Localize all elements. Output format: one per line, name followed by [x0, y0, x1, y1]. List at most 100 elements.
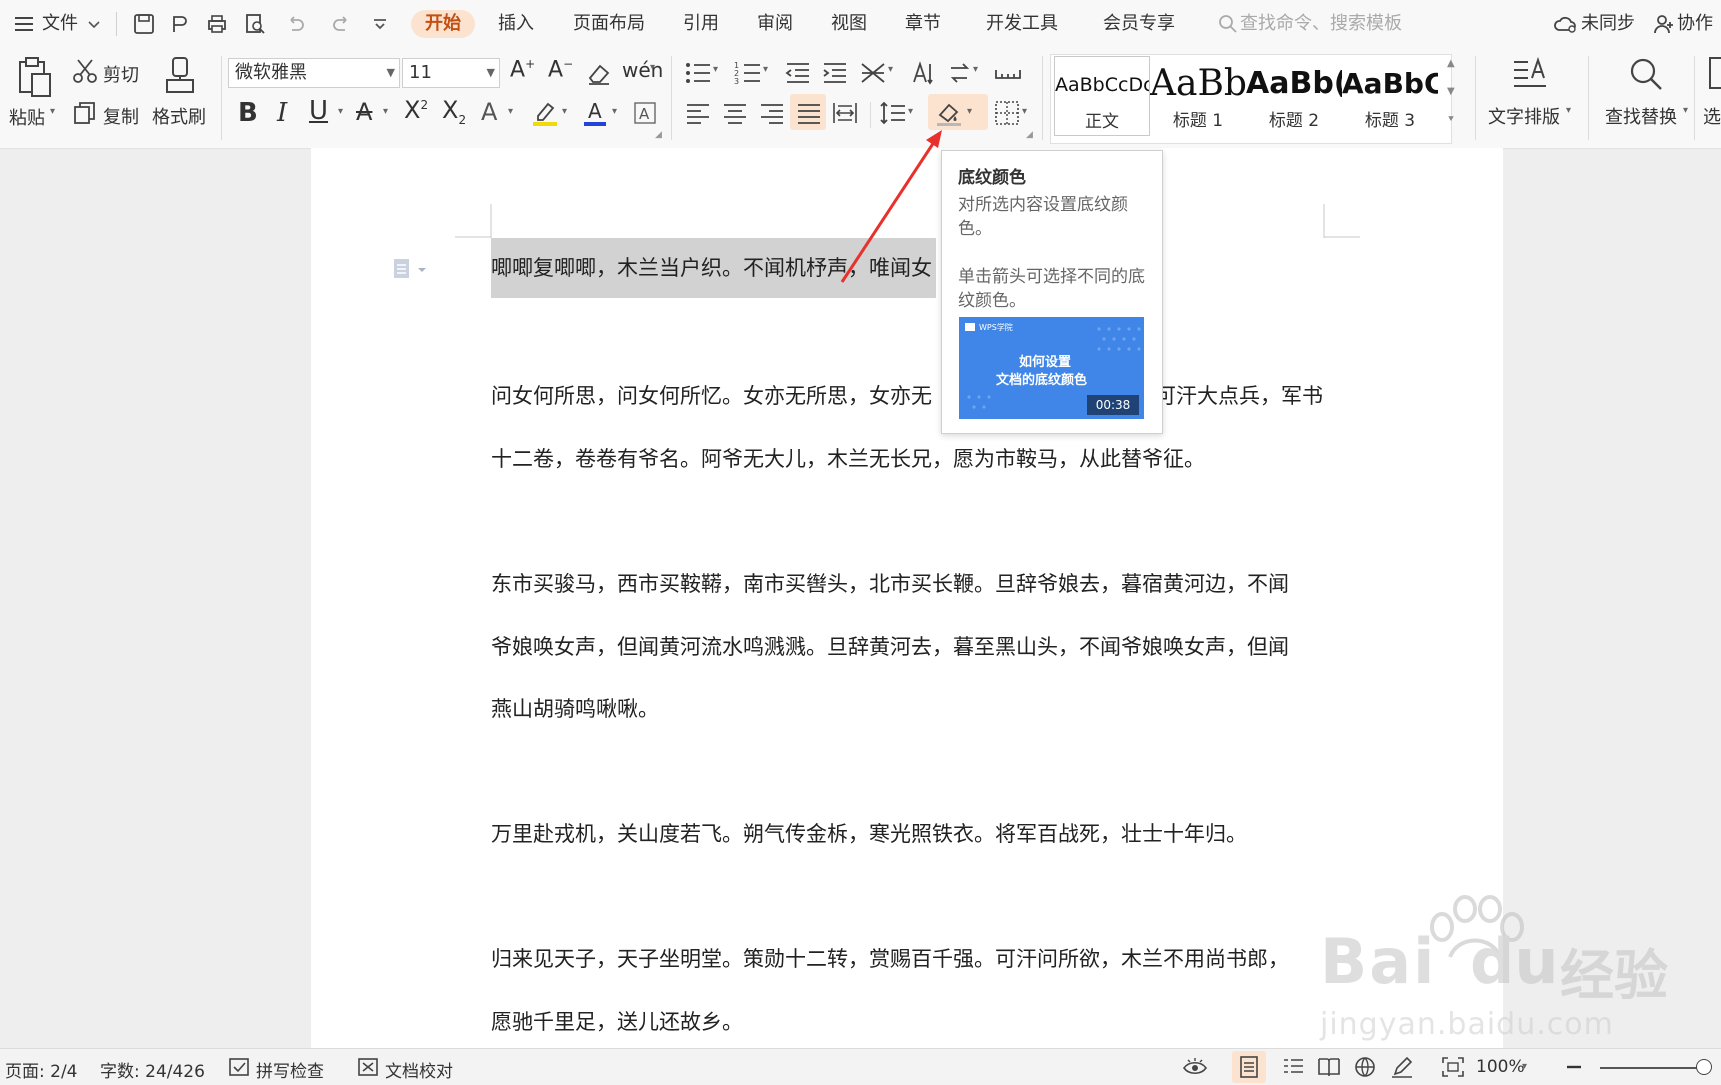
numbered-list-icon[interactable]: 123: [733, 58, 763, 88]
copy-icon[interactable]: [72, 100, 98, 126]
copy-button[interactable]: 复制: [103, 103, 139, 129]
decrease-indent-icon[interactable]: [783, 58, 813, 88]
paste-icon[interactable]: [14, 56, 54, 98]
style-normal[interactable]: AaBbCcDc 正文: [1054, 56, 1150, 136]
eye-protection-icon[interactable]: [1182, 1055, 1208, 1079]
chevron-down-icon[interactable]: ▾: [1522, 1061, 1527, 1072]
page-indicator[interactable]: 页面: 2/4: [5, 1057, 78, 1082]
output-pdf-icon[interactable]: [168, 12, 192, 36]
save-icon[interactable]: [132, 12, 156, 36]
chevron-down-icon[interactable]: ▾: [1566, 105, 1571, 116]
gallery-up-icon[interactable]: ▲: [1447, 58, 1455, 69]
style-heading-3[interactable]: AaBbC 标题 3: [1342, 56, 1438, 136]
strikethrough-icon[interactable]: A: [356, 98, 372, 126]
print-preview-icon[interactable]: [243, 12, 267, 36]
tab-insert[interactable]: 插入: [498, 10, 534, 38]
paragraph[interactable]: 万里赴戎机，关山度若飞。朔气传金柝，寒光照铁衣。将军百战死，壮士十年归。: [491, 818, 1247, 848]
highlight-color-icon[interactable]: [530, 98, 560, 128]
chevron-down-icon[interactable]: ▾: [973, 64, 978, 75]
zoom-slider-track[interactable]: [1600, 1067, 1708, 1069]
underline-icon[interactable]: U: [309, 96, 328, 126]
spell-check-button[interactable]: 拼写检查: [256, 1057, 324, 1082]
text-effect-icon[interactable]: A: [481, 98, 497, 126]
clear-format-icon[interactable]: [584, 58, 614, 88]
chinese-layout-icon[interactable]: [858, 58, 888, 88]
paragraph[interactable]: 十二卷，卷卷有爷名。阿爷无大儿，木兰无长兄，愿为市鞍马，从此替爷征。: [491, 443, 1205, 473]
format-painter-button[interactable]: 格式刷: [152, 103, 206, 129]
paste-dropdown-caret[interactable]: ▾: [50, 106, 55, 117]
writing-mode-icon[interactable]: [1389, 1055, 1415, 1079]
gallery-down-icon[interactable]: ▼: [1447, 86, 1455, 97]
character-border-icon[interactable]: A: [632, 100, 658, 126]
sort-icon[interactable]: [945, 58, 975, 88]
collaborate-icon[interactable]: [1652, 12, 1676, 36]
chevron-down-icon[interactable]: ▾: [383, 106, 388, 117]
paragraph-handle-icon[interactable]: [392, 257, 432, 281]
web-layout-icon[interactable]: [1352, 1055, 1378, 1079]
chevron-down-icon[interactable]: ▾: [508, 106, 513, 117]
chevron-down-icon[interactable]: ▾: [888, 64, 893, 75]
chevron-down-icon[interactable]: [86, 12, 102, 36]
borders-icon[interactable]: [992, 98, 1022, 128]
tab-home[interactable]: 开始: [411, 10, 475, 38]
tab-review[interactable]: 审阅: [757, 10, 793, 38]
tab-developer[interactable]: 开发工具: [986, 10, 1058, 38]
text-layout-icon[interactable]: [1510, 54, 1550, 94]
undo-icon[interactable]: [283, 12, 307, 36]
chevron-down-icon[interactable]: ▾: [612, 106, 617, 117]
font-name-select[interactable]: 微软雅黑 ▼: [228, 58, 400, 88]
tab-page-layout[interactable]: 页面布局: [573, 10, 645, 38]
font-dialog-launcher-icon[interactable]: ◢: [655, 130, 662, 140]
word-count[interactable]: 字数: 24/426: [100, 1057, 205, 1082]
fit-page-icon[interactable]: [1440, 1055, 1466, 1079]
grow-font-icon[interactable]: A+: [510, 57, 535, 82]
doc-proof-button[interactable]: 文档校对: [385, 1057, 453, 1082]
chevron-down-icon[interactable]: ▾: [338, 106, 343, 117]
page-view-icon[interactable]: [1236, 1055, 1262, 1079]
zoom-slider-handle[interactable]: [1696, 1059, 1712, 1075]
chevron-down-icon[interactable]: ▾: [650, 62, 655, 73]
tab-member[interactable]: 会员专享: [1103, 10, 1175, 38]
text-layout-button[interactable]: 文字排版: [1488, 103, 1560, 129]
customize-toolbar-icon[interactable]: [368, 12, 392, 36]
reading-view-icon[interactable]: [1316, 1055, 1342, 1079]
chevron-down-icon[interactable]: ▾: [1022, 106, 1027, 117]
paragraph[interactable]: 燕山胡骑鸣啾啾。: [491, 693, 659, 723]
tab-chapter[interactable]: 章节: [905, 10, 941, 38]
redo-icon[interactable]: [330, 12, 354, 36]
align-right-icon[interactable]: [757, 98, 787, 128]
find-replace-icon[interactable]: [1626, 54, 1666, 94]
tab-references[interactable]: 引用: [683, 10, 719, 38]
paragraph[interactable]: 可汗大点兵，军书: [1155, 380, 1323, 410]
chevron-down-icon[interactable]: ▾: [713, 64, 718, 75]
superscript-icon[interactable]: X2: [404, 96, 428, 124]
phonetic-guide-icon[interactable]: wén: [622, 58, 663, 82]
chevron-down-icon[interactable]: ▾: [1683, 105, 1688, 116]
tab-view[interactable]: 视图: [831, 10, 867, 38]
format-painter-icon[interactable]: [164, 56, 196, 96]
command-search-input[interactable]: 查找命令、搜索模板: [1240, 12, 1402, 36]
chevron-down-icon[interactable]: ▾: [763, 64, 768, 75]
font-size-select[interactable]: 11 ▼: [402, 58, 500, 88]
file-menu[interactable]: 文件: [42, 10, 78, 38]
paste-button[interactable]: 粘贴: [9, 104, 45, 130]
find-replace-button[interactable]: 查找替换: [1605, 103, 1677, 129]
cloud-sync-icon[interactable]: [1552, 12, 1578, 36]
increase-indent-icon[interactable]: [820, 58, 850, 88]
collaborate-button[interactable]: 协作: [1677, 10, 1713, 38]
subscript-icon[interactable]: X2: [442, 96, 466, 127]
paragraph[interactable]: 归来见天子，天子坐明堂。策勋十二转，赏赐百千强。可汗问所欲，木兰不用尚书郎，: [491, 943, 1289, 973]
select-icon[interactable]: [1708, 56, 1721, 92]
spell-check-icon[interactable]: [228, 1055, 250, 1079]
paragraph[interactable]: 问女何所思，问女何所忆。女亦无所思，女亦无: [491, 380, 932, 410]
bullet-list-icon[interactable]: [683, 58, 713, 88]
tutorial-video-thumbnail[interactable]: WPS学院 如何设置 文档的底纹颜色 00:38: [959, 317, 1144, 419]
justify-icon[interactable]: [794, 98, 824, 128]
show-hide-marks-icon[interactable]: [908, 58, 938, 88]
paragraph[interactable]: 愿驰千里足，送儿还故乡。: [491, 1006, 743, 1036]
sync-status[interactable]: 未同步: [1581, 10, 1635, 38]
font-color-icon[interactable]: A: [580, 98, 610, 128]
hamburger-icon[interactable]: [12, 12, 36, 36]
italic-icon[interactable]: I: [277, 98, 287, 128]
print-icon[interactable]: [205, 12, 229, 36]
